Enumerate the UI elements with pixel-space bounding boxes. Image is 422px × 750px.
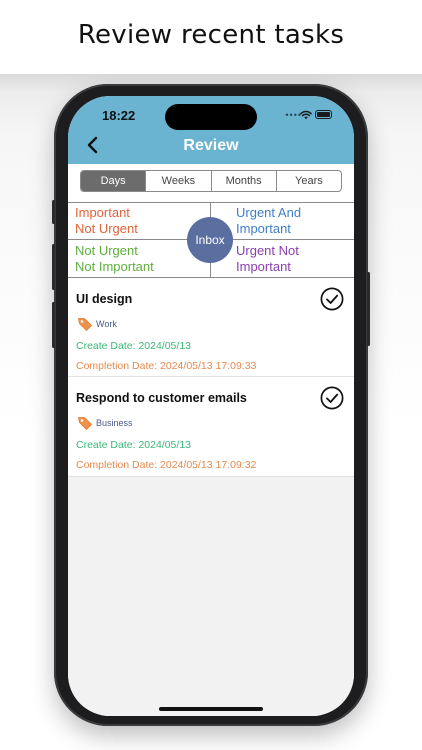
quadrant-label-line2: Not Urgent [75, 221, 138, 236]
quadrant-label-line1: Urgent And [236, 205, 302, 220]
create-date: Create Date: 2024/05/13 [76, 340, 191, 352]
tag-label: Work [96, 319, 117, 329]
task-title: UI design [76, 292, 133, 306]
quadrant-divider-top [68, 202, 354, 203]
status-time: 18:22 [102, 108, 136, 123]
tag-icon [78, 417, 92, 430]
completion-date: Completion Date: 2024/05/13 17:09:32 [76, 459, 257, 471]
task-tag: Business [77, 415, 133, 431]
task-tag: Work [77, 316, 117, 332]
dynamic-island [165, 104, 257, 130]
navigation-bar: 18:22 •••• Review [68, 96, 354, 164]
inbox-button[interactable]: Inbox [187, 217, 233, 263]
create-date: Create Date: 2024/05/13 [76, 439, 191, 451]
quadrant-label-line1: Important [75, 205, 130, 220]
home-indicator [159, 707, 263, 711]
mute-switch [52, 200, 55, 224]
task-title: Respond to customer emails [76, 391, 247, 405]
segment-weeks[interactable]: Weeks [145, 171, 210, 191]
volume-down-button [52, 302, 55, 348]
empty-list-area [68, 477, 354, 716]
check-circle-icon[interactable] [320, 386, 344, 410]
quadrant-label-line2: Important [236, 259, 291, 274]
quadrant-label-line2: Not Important [75, 259, 154, 274]
segment-years[interactable]: Years [275, 171, 341, 191]
quadrant-not-urgent-not-important[interactable]: Not Urgent Not Important [75, 243, 154, 275]
quadrant-label-line2: Important [236, 221, 291, 236]
quadrant-label-line1: Urgent Not [236, 243, 299, 258]
tag-icon [78, 318, 92, 331]
quadrant-label-line1: Not Urgent [75, 243, 138, 258]
segment-days[interactable]: Days [81, 171, 146, 191]
check-circle-icon[interactable] [320, 287, 344, 311]
wifi-icon [300, 110, 312, 120]
period-segmented-control: Days Weeks Months Years [80, 170, 342, 192]
completion-date: Completion Date: 2024/05/13 17:09:33 [76, 360, 257, 372]
task-row[interactable]: UI design Work Create Date: 2024/05/13 C… [68, 278, 354, 377]
page-title: Review [183, 137, 239, 154]
quadrant-important-not-urgent[interactable]: Important Not Urgent [75, 205, 138, 237]
volume-up-button [52, 244, 55, 290]
quadrant-urgent-and-important[interactable]: Urgent And Important [236, 205, 301, 237]
task-row[interactable]: Respond to customer emails Business Crea… [68, 377, 354, 477]
headline: Review recent tasks [77, 20, 345, 50]
app-screen: 18:22 •••• Review Days Weeks Months Year… [68, 96, 354, 716]
power-button [367, 272, 370, 346]
quadrant-urgent-not-important[interactable]: Urgent Not Important [236, 243, 299, 275]
battery-icon [315, 110, 332, 119]
tag-label: Business [96, 418, 133, 428]
segment-months[interactable]: Months [210, 171, 276, 191]
